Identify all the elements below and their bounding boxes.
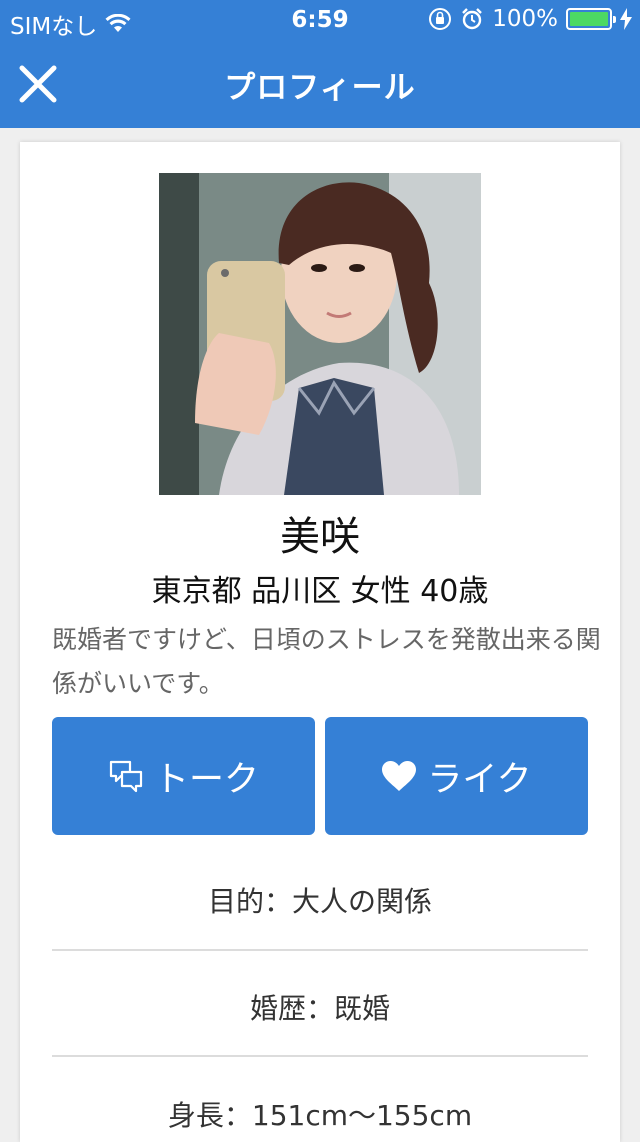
profile-name: 美咲 [280,514,360,560]
profile-meta: 東京都 品川区 女性 40歳 [151,574,489,609]
divider [52,1055,588,1057]
profile-photo [159,173,481,495]
status-right: 100% [428,6,632,32]
talk-label: トーク [153,759,259,800]
profile-bio: 既婚者ですけど、日頃のストレスを発散出来る関係がいいです。 [52,625,601,698]
talk-button[interactable]: トーク [52,717,315,835]
chat-icon [109,760,143,793]
heart-icon [382,761,417,791]
alarm-icon [462,8,483,30]
charging-icon [620,8,632,30]
divider [52,949,588,951]
detail-marital-status: 婚歴：既婚 [249,992,390,1025]
battery-icon [566,8,616,30]
page-title: プロフィール [224,70,416,106]
profile-card: 美咲 東京都 品川区 女性 40歳 既婚者ですけど、日頃のストレスを発散出来る関… [20,142,620,1142]
status-bar: SIMなし 6:59 100% [0,0,640,40]
detail-height: 身長：151cm〜155cm [167,1099,473,1132]
app-header: SIMなし 6:59 100% プロフィール [0,0,640,128]
rotation-lock-icon [429,8,452,30]
like-button[interactable]: ライク [325,717,588,835]
like-label: ライク [427,759,532,800]
detail-purpose: 目的：大人の関係 [207,885,432,918]
battery-percent: 100% [492,6,558,32]
